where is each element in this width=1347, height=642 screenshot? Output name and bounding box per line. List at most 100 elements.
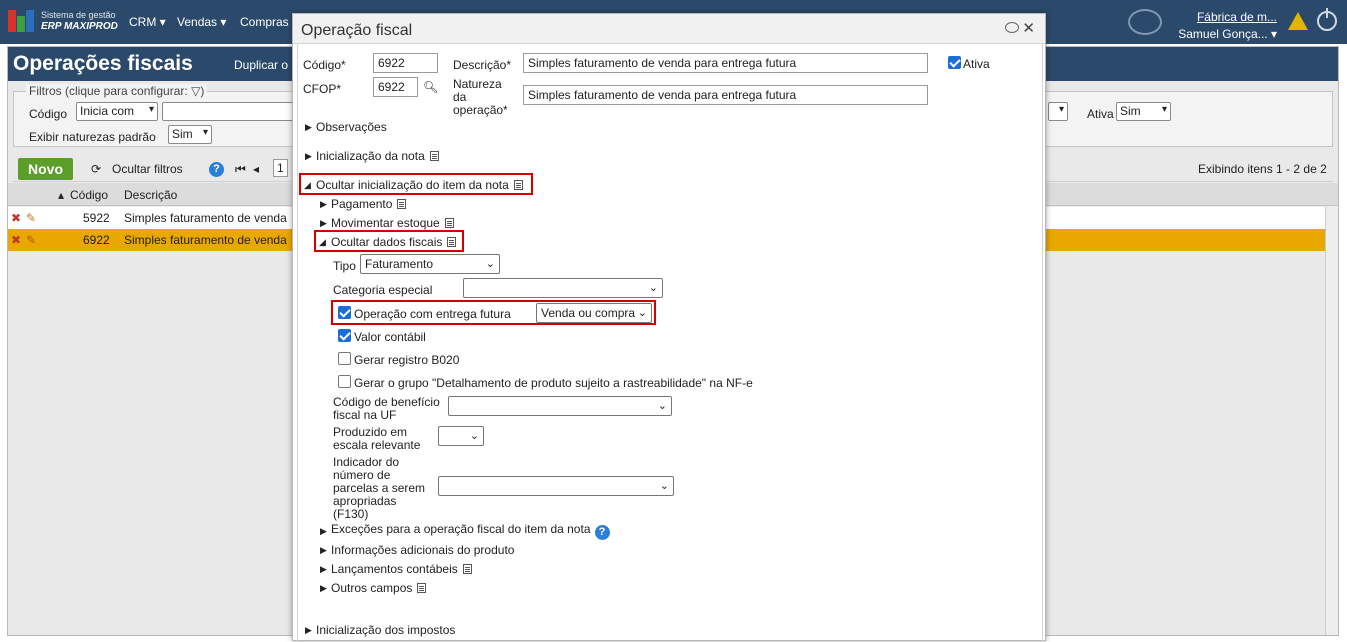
note-icon[interactable] [444, 218, 454, 228]
app-logo[interactable]: Sistema de gestão ERP MAXIPROD [8, 10, 118, 32]
filter-dropdown[interactable]: ▾ [1048, 102, 1068, 121]
search-icon[interactable]: 🔍︎ [423, 81, 438, 94]
expand-arrow-icon[interactable]: ▶ [305, 122, 312, 133]
b020-checkbox[interactable] [338, 352, 351, 365]
power-icon[interactable] [1317, 8, 1337, 31]
parcelas-select[interactable]: ⌄ [438, 476, 674, 496]
expand-arrow-icon[interactable]: ▶ [305, 151, 312, 162]
codigo-filter-input[interactable] [162, 102, 302, 121]
note-icon[interactable] [447, 237, 457, 247]
cfop-label: CFOP* [303, 82, 342, 96]
col-codigo[interactable]: Código [70, 188, 108, 202]
codigo-input[interactable]: 6922 [373, 53, 438, 73]
note-icon[interactable] [417, 583, 427, 593]
produzido-select[interactable]: ⌄ [438, 426, 484, 446]
outros-section[interactable]: Outros campos [331, 581, 427, 595]
filters-legend[interactable]: Filtros (clique para configurar: ▽) [26, 84, 208, 98]
comment-icon[interactable] [1005, 22, 1019, 33]
refresh-icon[interactable]: ⟳ [91, 162, 101, 176]
expand-arrow-icon[interactable]: ▶ [320, 545, 327, 556]
categoria-select[interactable]: ⌄ [463, 278, 663, 298]
menu-vendas[interactable]: Vendas ▾ [177, 15, 226, 29]
menu-crm[interactable]: CRM ▾ [129, 15, 166, 29]
warning-icon[interactable] [1288, 12, 1308, 30]
expand-arrow-icon[interactable]: ▶ [320, 218, 327, 229]
delete-icon[interactable]: ✖ [11, 233, 21, 247]
entrega-futura-checkbox[interactable] [338, 306, 351, 319]
ocultar-filtros-button[interactable]: Ocultar filtros [112, 162, 183, 176]
inicializacao-nota-section[interactable]: Inicialização da nota [316, 149, 439, 163]
impostos-section[interactable]: Inicialização dos impostos [316, 623, 455, 637]
expand-arrow-icon[interactable]: ▶ [320, 526, 327, 537]
ativa-checkbox[interactable] [948, 56, 961, 69]
lancamentos-section[interactable]: Lançamentos contábeis [331, 562, 472, 576]
edit-icon[interactable]: ✎ [26, 211, 36, 225]
rastreabilidade-label: Gerar o grupo "Detalhamento de produto s… [354, 376, 753, 390]
tipo-select[interactable]: Faturamento ⌄ [360, 254, 500, 274]
ocultar-item-section[interactable]: Ocultar inicialização do item da nota [316, 178, 523, 192]
entrega-futura-select[interactable]: Venda ou compra ⌄ [536, 303, 652, 323]
page-number[interactable]: 1 [273, 159, 288, 177]
operacao-fiscal-dialog: Operação fiscal ✕ Código* 6922 Descrição… [292, 13, 1046, 642]
ativa-filter-select[interactable]: Sim ▾ [1116, 102, 1171, 121]
beneficio-select[interactable]: ⌄ [448, 396, 672, 416]
collapse-arrow-icon[interactable]: ◢ [304, 180, 311, 191]
edit-icon[interactable]: ✎ [26, 233, 36, 247]
valor-contabil-checkbox[interactable] [338, 329, 351, 342]
codigo-filter-label: Código [29, 107, 68, 121]
ativa-filter-label: Ativa [1087, 107, 1114, 121]
grid-scrollbar[interactable] [1325, 207, 1338, 635]
note-icon[interactable] [513, 180, 523, 190]
row-codigo: 6922 [83, 233, 110, 247]
row-descricao: Simples faturamento de venda [124, 211, 287, 225]
ocultar-fiscais-section[interactable]: Ocultar dados fiscais [331, 235, 457, 249]
expand-arrow-icon[interactable]: ▶ [320, 199, 327, 210]
expand-arrow-icon[interactable]: ▶ [305, 625, 312, 636]
col-descricao[interactable]: Descrição [124, 188, 177, 202]
help-icon[interactable]: ? [594, 525, 610, 540]
user-info[interactable]: Fábrica de m... Samuel Gonça... ▾ [1178, 9, 1277, 43]
categoria-label: Categoria especial [333, 283, 433, 297]
page-title: Operações fiscais [13, 52, 193, 75]
help-icon[interactable]: ? [205, 159, 224, 177]
info-adicionais-section[interactable]: Informações adicionais do produto [331, 543, 514, 557]
rastreabilidade-checkbox[interactable] [338, 375, 351, 388]
ativa-label: Ativa [963, 57, 990, 71]
exibir-select[interactable]: Sim ▾ [168, 125, 212, 144]
beneficio-label: Código de benefício fiscal na UF [333, 395, 440, 422]
expand-arrow-icon[interactable]: ▶ [320, 564, 327, 575]
chat-icon[interactable] [1128, 9, 1162, 35]
delete-icon[interactable]: ✖ [11, 211, 21, 225]
dialog-body: Código* 6922 Descrição* Simples faturame… [297, 44, 1043, 642]
natureza-input[interactable]: Simples faturamento de venda para entreg… [523, 85, 928, 105]
exibir-label: Exibir naturezas padrão [29, 130, 156, 144]
novo-button[interactable]: Novo [18, 158, 73, 180]
menu-compras[interactable]: Compras [240, 15, 289, 29]
prev-page-icon[interactable]: ◂ [253, 162, 259, 176]
expand-arrow-icon[interactable]: ▶ [320, 583, 327, 594]
produzido-label: Produzido em escala relevante [333, 425, 421, 452]
close-icon[interactable]: ✕ [1022, 19, 1035, 37]
note-icon[interactable] [462, 564, 472, 574]
note-icon[interactable] [429, 151, 439, 161]
logo-line2: ERP MAXIPROD [41, 21, 118, 32]
codigo-op-select[interactable]: Inicia com ▾ [76, 102, 158, 121]
user-name: Samuel Gonça... [1178, 27, 1268, 41]
movimentar-section[interactable]: Movimentar estoque [331, 216, 454, 230]
duplicate-button[interactable]: Duplicar o [234, 58, 288, 72]
descricao-input[interactable]: Simples faturamento de venda para entreg… [523, 53, 928, 73]
excecoes-section[interactable]: Exceções para a operação fiscal do item … [331, 522, 610, 540]
logo-line1: Sistema de gestão [41, 10, 116, 20]
company-link[interactable]: Fábrica de m... [1178, 9, 1277, 26]
sort-asc-icon[interactable]: ▴ [58, 188, 64, 202]
observacoes-section[interactable]: Observações [316, 120, 387, 134]
row-codigo: 5922 [83, 211, 110, 225]
cfop-input[interactable]: 6922 [373, 77, 418, 97]
pagamento-section[interactable]: Pagamento [331, 197, 407, 211]
note-icon[interactable] [397, 199, 407, 209]
tipo-label: Tipo [333, 259, 356, 273]
codigo-label: Código* [303, 58, 346, 72]
first-page-icon[interactable]: ⏮ [235, 162, 246, 177]
collapse-arrow-icon[interactable]: ◢ [319, 237, 326, 248]
filter-icon[interactable]: ▽ [191, 84, 200, 98]
